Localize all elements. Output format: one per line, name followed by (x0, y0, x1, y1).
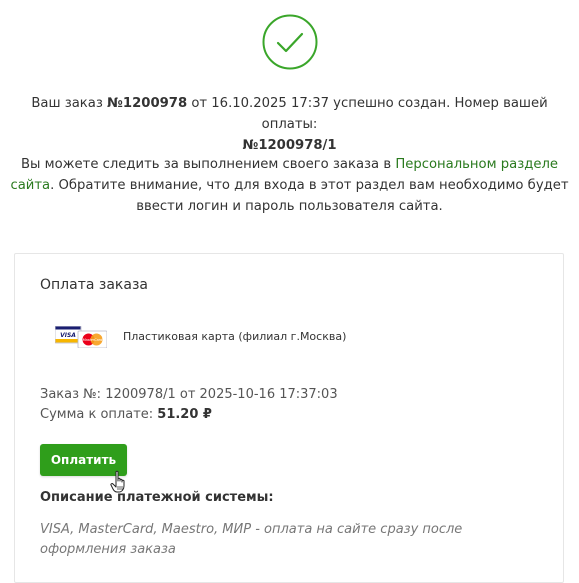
svg-text:VISA: VISA (60, 332, 76, 339)
payment-system-description-title: Описание платежной системы: (40, 490, 274, 505)
order-number: №1200978 (107, 96, 188, 111)
order-info-line: Заказ №: 1200978/1 от 2025-10-16 17:37:0… (40, 387, 338, 402)
payment-panel: Оплата заказа VISA MasterCard Пластикова… (14, 253, 564, 583)
tracking-after-link: . Обратите внимание, что для входа в это… (50, 178, 569, 214)
svg-text:MasterCard: MasterCard (83, 338, 103, 342)
confirmation-prefix: Ваш заказ (31, 96, 108, 111)
tracking-before-link: Вы можете следить за выполнением своего … (20, 157, 396, 172)
visa-mastercard-icon: VISA MasterCard (55, 326, 107, 348)
order-confirmation-text: Ваш заказ №1200978 от 16.10.2025 17:37 у… (10, 93, 569, 156)
sum-to-pay-line: Сумма к оплате: 51.20 ₽ (40, 407, 212, 422)
payment-panel-title: Оплата заказа (40, 277, 148, 293)
sum-label: Сумма к оплате: (40, 407, 158, 422)
payment-system-description: VISA, MasterCard, Maestro, МИР - оплата … (40, 522, 463, 557)
success-check-icon (262, 14, 318, 70)
tracking-info: Вы можете следить за выполнением своего … (10, 154, 569, 217)
sum-value: 51.20 ₽ (157, 407, 212, 422)
confirmation-middle: от 16.10.2025 17:37 успешно создан. Номе… (187, 96, 548, 132)
payment-number: №1200978/1 (242, 138, 337, 153)
payment-method-name: Пластиковая карта (филиал г.Москва) (123, 330, 347, 343)
